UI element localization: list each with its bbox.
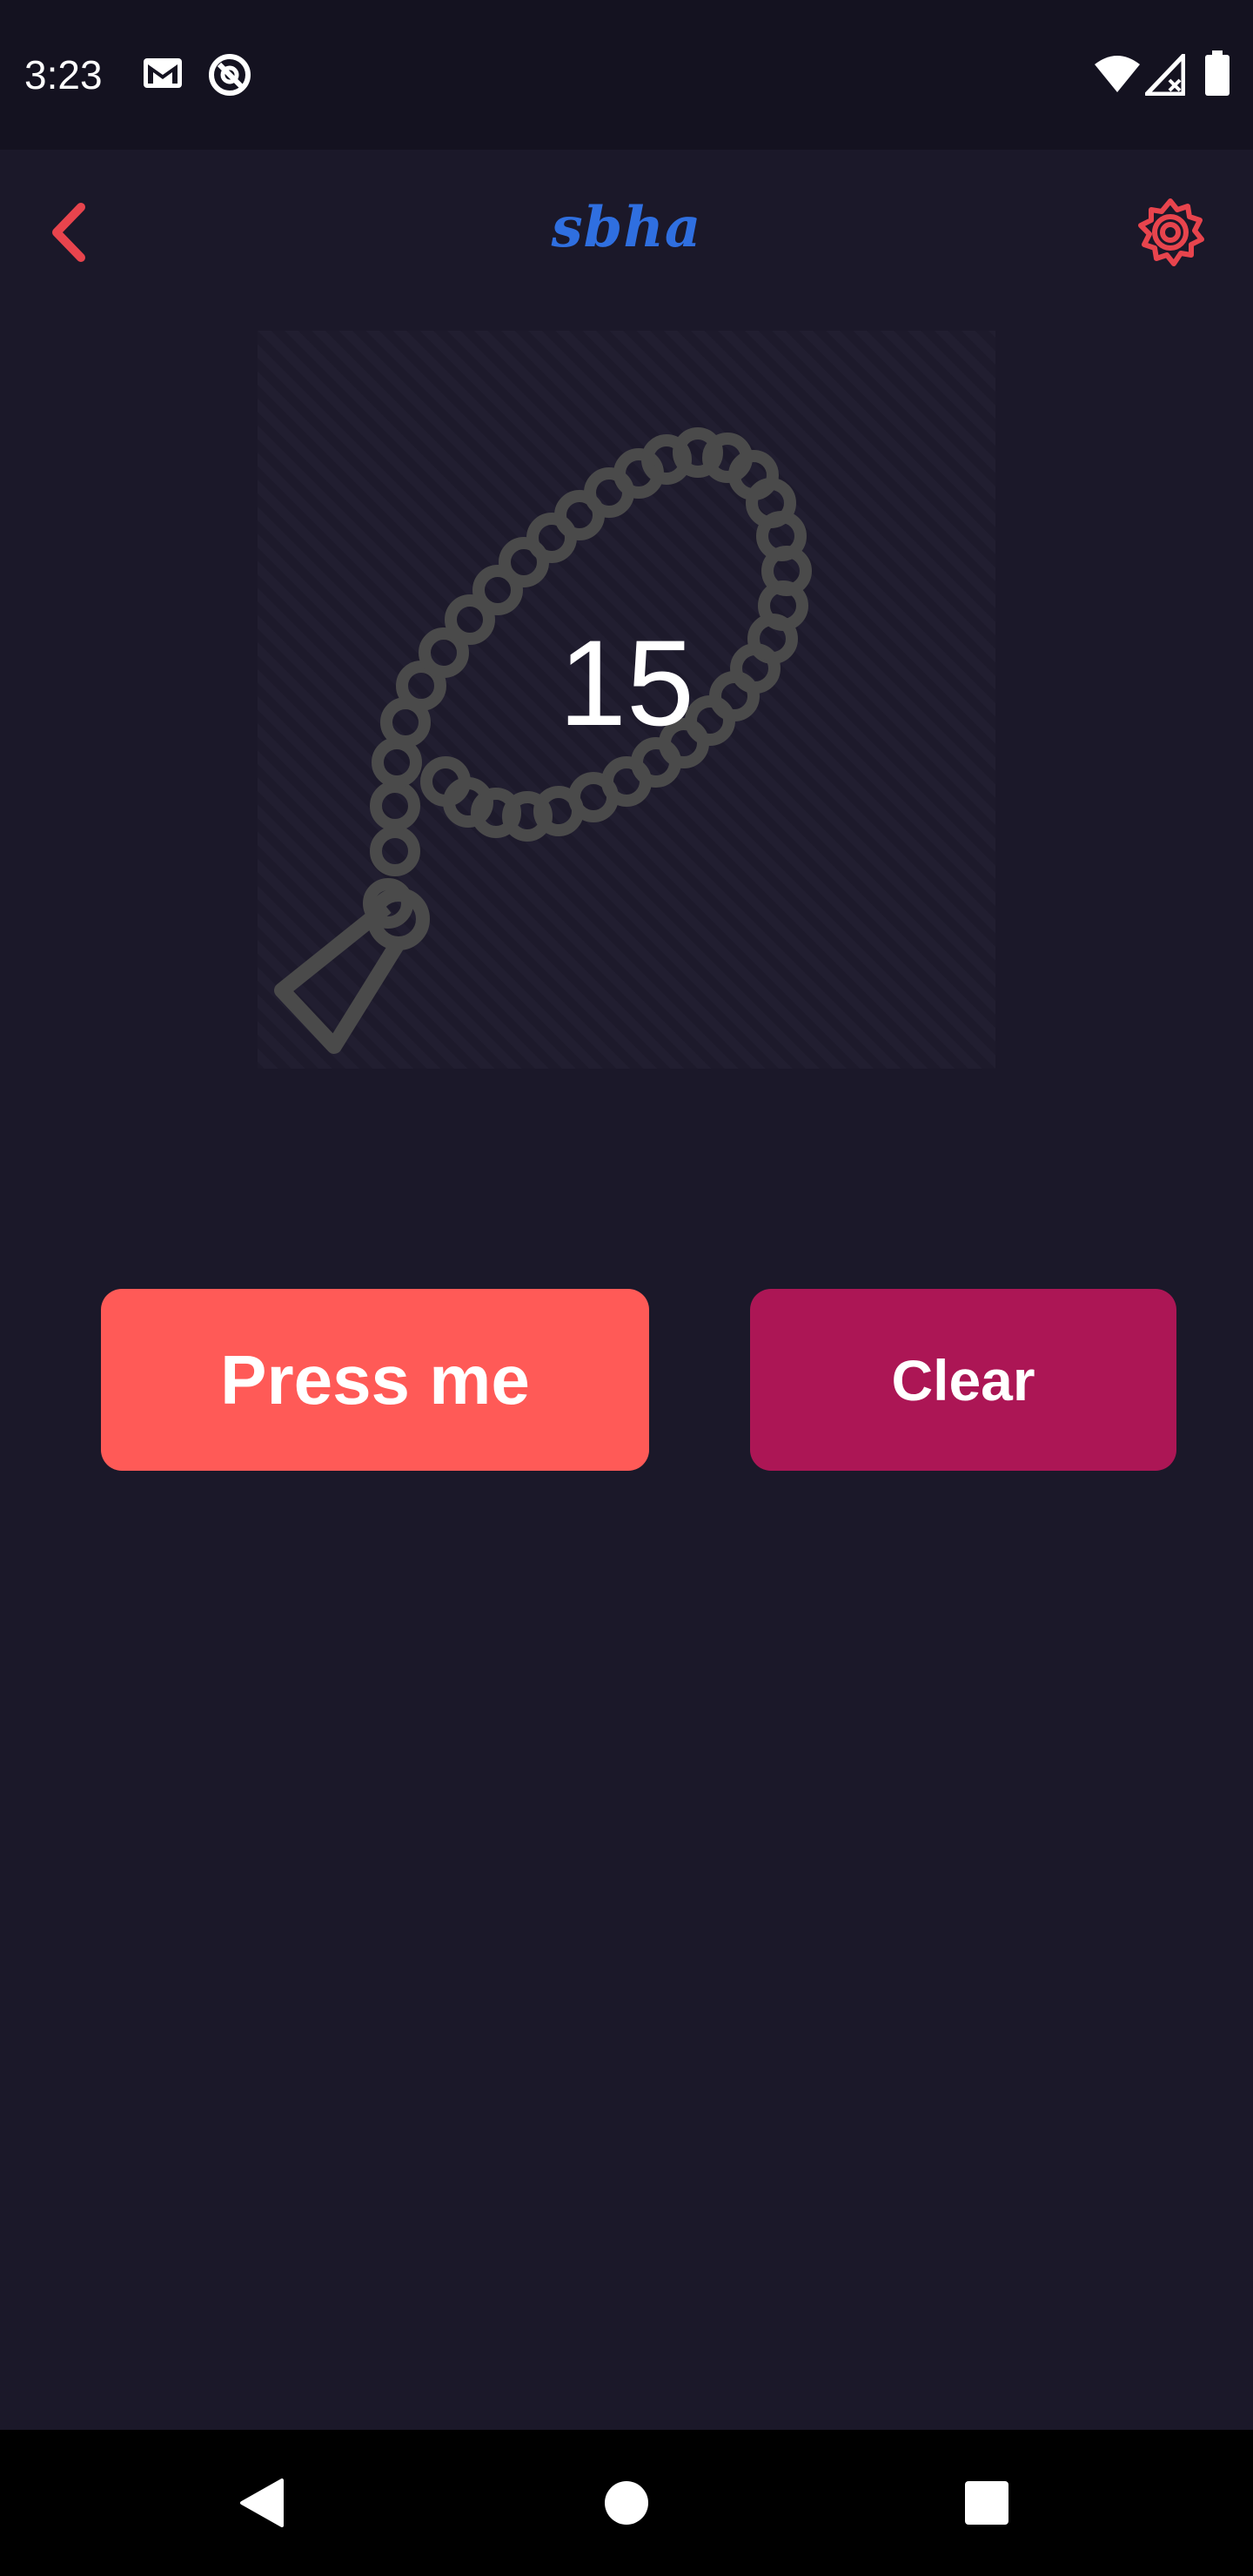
clear-button[interactable]: Clear	[750, 1289, 1176, 1471]
app-header: sbha	[0, 150, 1253, 315]
status-time: 3:23	[24, 52, 103, 97]
data-saver-icon	[207, 52, 252, 102]
counter-tap-area[interactable]: 15	[258, 331, 995, 1069]
gear-icon	[1138, 198, 1204, 266]
nav-back-button[interactable]	[218, 2459, 305, 2546]
back-triangle-icon	[240, 2479, 284, 2527]
gmail-icon	[143, 57, 183, 93]
wifi-icon	[1093, 54, 1142, 98]
press-me-button[interactable]: Press me	[101, 1289, 649, 1471]
home-circle-icon	[605, 2481, 648, 2525]
counter-value: 15	[559, 614, 694, 751]
nav-home-button[interactable]	[583, 2459, 670, 2546]
app-title: sbha	[551, 195, 702, 260]
nav-recents-button[interactable]	[943, 2459, 1030, 2546]
settings-button[interactable]	[1131, 193, 1209, 272]
signal-icon	[1144, 53, 1186, 100]
navigation-bar	[0, 2430, 1253, 2576]
recents-square-icon	[965, 2481, 1008, 2525]
battery-icon	[1204, 50, 1230, 100]
status-bar: 3:23	[0, 0, 1253, 150]
